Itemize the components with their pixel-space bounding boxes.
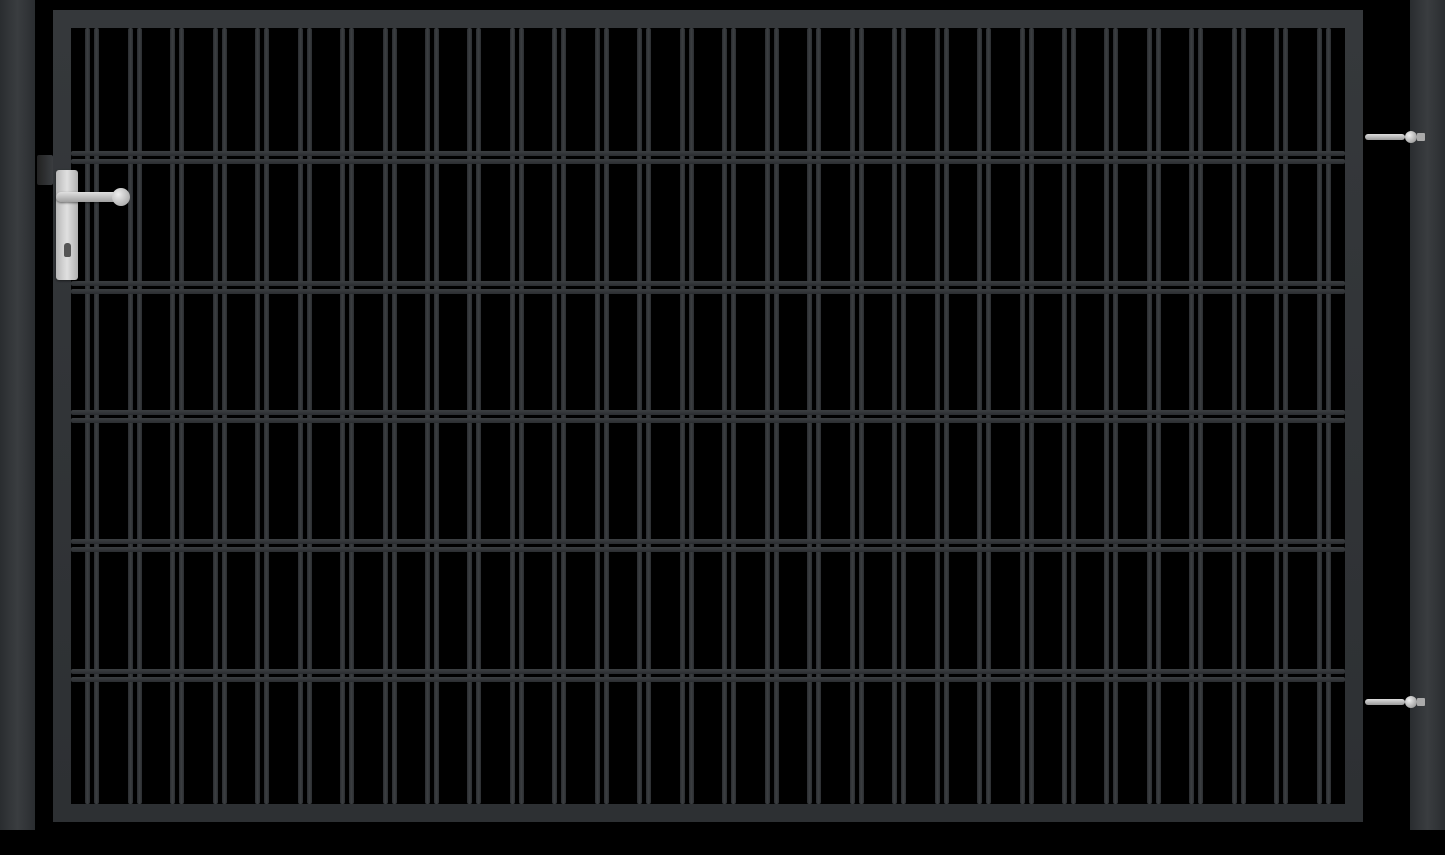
grid-vbar [467,28,472,804]
grid-vbar [977,28,982,804]
grid-vbar [774,28,779,804]
grid-vbar [1113,28,1118,804]
grid-vbar [646,28,651,804]
grid-hbar [71,539,1345,544]
grid-vbar [1274,28,1279,804]
grid-vbar [816,28,821,804]
grid-vbar [892,28,897,804]
grid-vbar [850,28,855,804]
grid-vbar [519,28,524,804]
handle-plate [56,170,78,280]
grid-vbar [94,28,99,804]
grid-vbar [1317,28,1322,804]
grid-vbar [935,28,940,804]
grid-vbar [392,28,397,804]
grid-vbar [298,28,303,804]
grid-vbar [689,28,694,804]
grid-vbar [1326,28,1331,804]
grid-vbar [637,28,642,804]
grid-vbar [680,28,685,804]
grid-hbar [71,289,1345,294]
grid-hbar [71,159,1345,164]
grid-hbar [71,669,1345,674]
grid-hbar [71,547,1345,552]
handle-lever [56,192,118,202]
grid-vbar [901,28,906,804]
grid-vbar [1104,28,1109,804]
grid-vbar [170,28,175,804]
grid-vbar [986,28,991,804]
gate-post-left [0,0,35,830]
grid-vbar [128,28,133,804]
grid-vbar [807,28,812,804]
keyhole-icon [64,243,71,257]
grid-vbar [731,28,736,804]
grid-vbar [944,28,949,804]
grid-hbar [71,281,1345,286]
grid-vbar [1156,28,1161,804]
grid-vbar [1283,28,1288,804]
grid-vbar [1232,28,1237,804]
grid-vbar [179,28,184,804]
gate-grid [71,28,1345,804]
handle-knob [112,188,130,206]
grid-hbar [71,410,1345,415]
grid-vbar [1020,28,1025,804]
hinge-top [1365,130,1425,144]
grid-hbar [71,151,1345,156]
grid-vbar [476,28,481,804]
grid-vbar [349,28,354,804]
grid-vbar [383,28,388,804]
grid-vbar [137,28,142,804]
grid-vbar [213,28,218,804]
grid-vbar [1147,28,1152,804]
grid-vbar [604,28,609,804]
grid-vbar [561,28,566,804]
grid-vbar [425,28,430,804]
hinge-bottom [1365,695,1425,709]
grid-vbar [434,28,439,804]
grid-vbar [255,28,260,804]
grid-vbar [1189,28,1194,804]
grid-vbar [85,28,90,804]
grid-vbar [595,28,600,804]
grid-vbar [722,28,727,804]
grid-vbar [1071,28,1076,804]
grid-vbar [307,28,312,804]
grid-vbar [1241,28,1246,804]
gate-latch [37,155,53,185]
grid-vbar [340,28,345,804]
grid-vbar [1198,28,1203,804]
grid-vbar [264,28,269,804]
grid-vbar [222,28,227,804]
grid-vbar [510,28,515,804]
grid-vbar [1062,28,1067,804]
grid-vbar [765,28,770,804]
grid-hbar [71,677,1345,682]
grid-vbar [1029,28,1034,804]
grid-vbar [552,28,557,804]
grid-vbar [859,28,864,804]
grid-hbar [71,418,1345,423]
